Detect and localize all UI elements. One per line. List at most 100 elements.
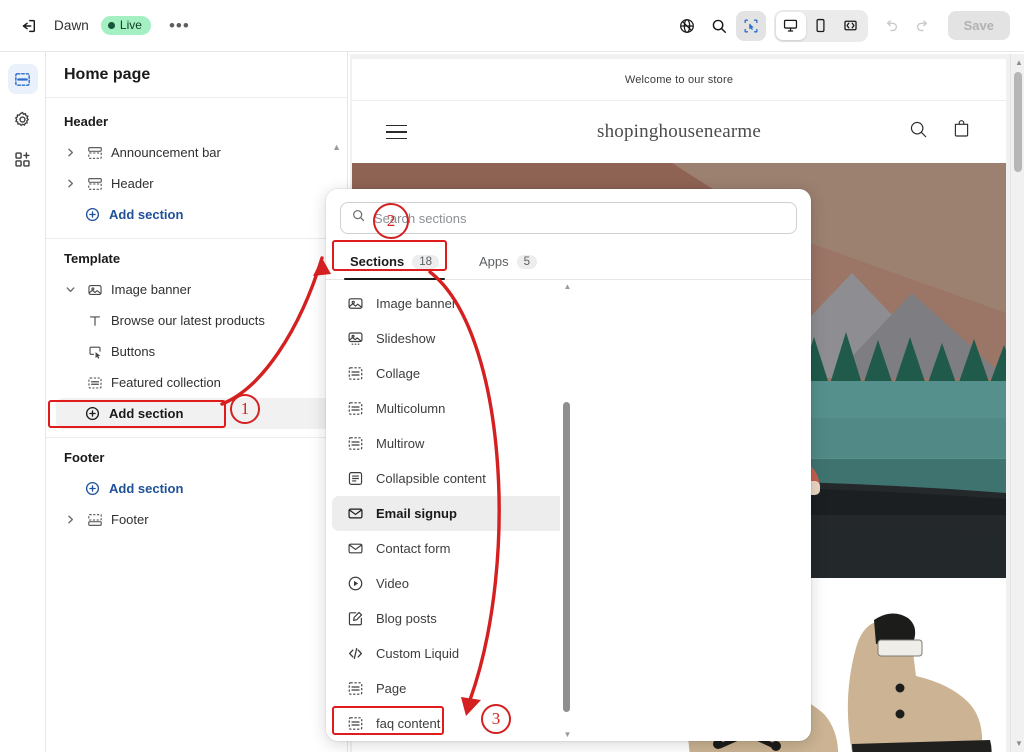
scroll-down-arrow-icon[interactable]: ▼ bbox=[1015, 739, 1023, 748]
section-item-contact-form[interactable]: Contact form bbox=[332, 531, 567, 566]
sidebar-item-browse-our-latest-products[interactable]: Browse our latest products bbox=[56, 305, 337, 336]
contact-form-icon bbox=[346, 540, 364, 558]
email-signup-icon bbox=[346, 505, 364, 523]
search-icon[interactable] bbox=[908, 119, 929, 145]
section-item-label: Multicolumn bbox=[376, 401, 446, 416]
sidebar-group-footer: Footer Add section Footer bbox=[46, 437, 347, 543]
sidebar-item-label: Featured collection bbox=[111, 375, 221, 390]
preview-scrollbar-thumb[interactable] bbox=[1014, 72, 1022, 172]
video-icon bbox=[346, 575, 364, 593]
add-section-button-header[interactable]: Add section bbox=[56, 199, 337, 230]
text-icon bbox=[85, 311, 104, 330]
collapsible-content-icon bbox=[346, 470, 364, 488]
inspector-icon[interactable] bbox=[735, 10, 766, 41]
sidebar-item-footer[interactable]: Footer bbox=[56, 504, 337, 535]
rail-item-settings[interactable] bbox=[8, 104, 38, 134]
add-circle-icon bbox=[85, 480, 102, 497]
section-item-multirow[interactable]: Multirow bbox=[332, 426, 567, 461]
search-icon bbox=[351, 208, 366, 228]
sidebar-item-label: Buttons bbox=[111, 344, 156, 359]
chevron-down-icon[interactable] bbox=[62, 282, 78, 298]
footer-icon bbox=[85, 510, 104, 529]
sidebar-item-label: Announcement bar bbox=[111, 145, 221, 160]
search-input[interactable] bbox=[374, 210, 786, 226]
section-item-custom-liquid[interactable]: Custom Liquid bbox=[332, 636, 567, 671]
device-toggle-group bbox=[773, 9, 868, 42]
section-item-label: Email signup bbox=[376, 506, 457, 521]
preview-header-actions bbox=[908, 119, 972, 145]
preview-announcement-bar: Welcome to our store bbox=[352, 59, 1006, 101]
status-badge-label: Live bbox=[119, 18, 142, 32]
save-button[interactable]: Save bbox=[947, 11, 1010, 40]
section-item-label: Contact form bbox=[376, 541, 451, 556]
section-item-multicolumn[interactable]: Multicolumn bbox=[332, 391, 567, 426]
scroll-up-arrow-icon[interactable]: ▲ bbox=[1015, 58, 1023, 67]
chevron-right-icon[interactable] bbox=[62, 176, 78, 192]
page-icon bbox=[346, 680, 364, 698]
section-item-label: Blog posts bbox=[376, 611, 437, 626]
add-circle-icon bbox=[85, 206, 102, 223]
section-item-blog-posts[interactable]: Blog posts bbox=[332, 601, 567, 636]
fullscreen-icon[interactable] bbox=[836, 12, 866, 40]
section-item-page[interactable]: Page bbox=[332, 671, 567, 706]
undo-icon[interactable] bbox=[876, 11, 906, 41]
section-item-collage[interactable]: Collage bbox=[332, 356, 567, 391]
cart-icon[interactable] bbox=[951, 119, 972, 145]
left-icon-rail bbox=[0, 52, 46, 752]
more-options-button[interactable]: ••• bbox=[163, 13, 196, 39]
section-item-label: Page bbox=[376, 681, 407, 696]
sidebar-group-label: Template bbox=[64, 251, 121, 266]
hamburger-icon[interactable] bbox=[386, 124, 407, 140]
sidebar-item-buttons[interactable]: Buttons bbox=[56, 336, 337, 367]
theme-name[interactable]: Dawn bbox=[54, 18, 89, 33]
sidebar-item-label: Image banner bbox=[111, 282, 192, 297]
add-section-button-footer[interactable]: Add section bbox=[56, 473, 337, 504]
mobile-icon[interactable] bbox=[806, 12, 836, 40]
tab-apps[interactable]: Apps 5 bbox=[463, 244, 553, 279]
add-section-label: Add section bbox=[109, 207, 184, 222]
multicolumn-icon bbox=[346, 400, 364, 418]
annotation-box-sections-tab bbox=[332, 240, 447, 271]
sidebar-item-image-banner[interactable]: Image banner bbox=[56, 274, 337, 305]
sidebar-group-label: Footer bbox=[64, 450, 105, 465]
section-item-video[interactable]: Video bbox=[332, 566, 567, 601]
tab-label: Apps bbox=[478, 254, 509, 269]
chevron-right-icon[interactable] bbox=[62, 145, 78, 161]
annotation-marker-2: 2 bbox=[373, 203, 409, 239]
sidebar-group-header: Header Announcement bar Header Add secti… bbox=[46, 102, 347, 238]
list-scroll-down-arrow-icon[interactable]: ▼ bbox=[564, 730, 572, 739]
top-bar: Dawn Live ••• Save bbox=[0, 0, 1024, 52]
add-section-label: Add section bbox=[109, 481, 184, 496]
section-item-email-signup[interactable]: Email signup bbox=[332, 496, 567, 531]
buttons-icon bbox=[85, 342, 104, 361]
section-item-label: Custom Liquid bbox=[376, 646, 460, 661]
annotation-box-faq-content bbox=[332, 706, 444, 735]
section-item-label: Multirow bbox=[376, 436, 425, 451]
exit-icon[interactable] bbox=[14, 12, 42, 40]
sections-list-scrollbar-thumb[interactable] bbox=[563, 402, 570, 712]
sidebar-item-header[interactable]: Header bbox=[56, 168, 337, 199]
rail-item-sections[interactable] bbox=[7, 64, 38, 94]
sidebar-item-label: Browse our latest products bbox=[111, 313, 265, 328]
desktop-icon[interactable] bbox=[775, 11, 806, 40]
annotation-marker-1: 1 bbox=[230, 394, 260, 424]
rail-item-apps[interactable] bbox=[8, 144, 38, 174]
search-icon[interactable] bbox=[704, 11, 734, 41]
preview-store-header: shopinghousenearme bbox=[352, 101, 1006, 163]
globe-icon[interactable] bbox=[672, 11, 702, 41]
preview-scrollbar[interactable]: ▲ ▼ bbox=[1010, 54, 1024, 752]
sidebar-item-featured-collection[interactable]: Featured collection bbox=[56, 367, 337, 398]
live-dot-icon bbox=[107, 21, 115, 29]
sidebar-group-label: Header bbox=[64, 114, 109, 129]
chevron-right-icon[interactable] bbox=[62, 512, 78, 528]
top-bar-left: Dawn Live ••• bbox=[0, 12, 196, 40]
sidebar-item-label: Footer bbox=[111, 512, 149, 527]
top-bar-right: Save bbox=[672, 9, 1024, 42]
sidebar-item-label: Header bbox=[111, 176, 154, 191]
tab-count-badge: 5 bbox=[516, 254, 538, 269]
blog-posts-icon bbox=[346, 610, 364, 628]
redo-icon[interactable] bbox=[908, 11, 938, 41]
sidebar-item-announcement-bar[interactable]: Announcement bar bbox=[56, 137, 337, 168]
annotation-box-add-section bbox=[48, 400, 226, 428]
section-item-collapsible-content[interactable]: Collapsible content bbox=[332, 461, 567, 496]
